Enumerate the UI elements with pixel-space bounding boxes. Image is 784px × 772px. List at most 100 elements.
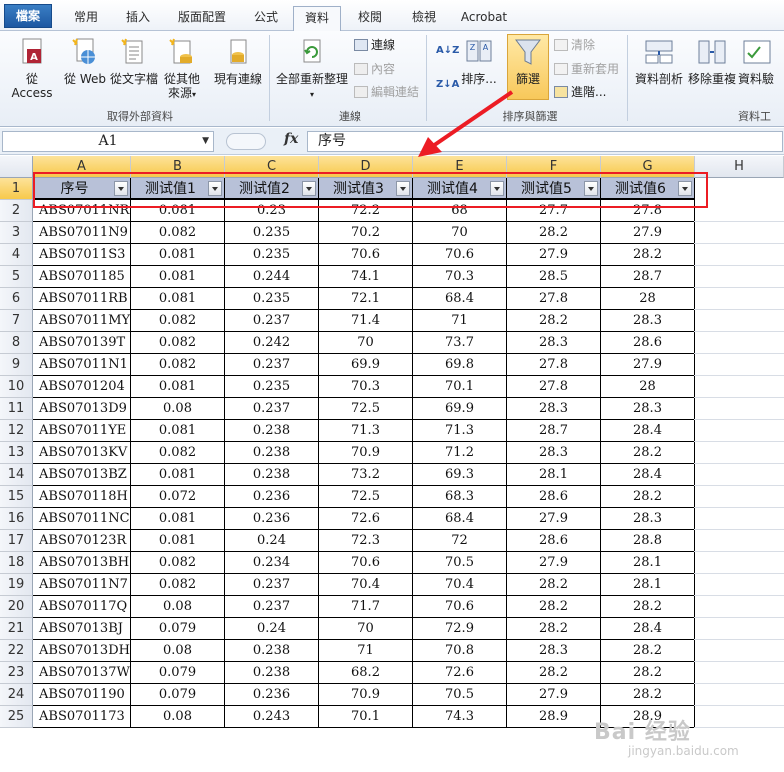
cell-value[interactable]: 28.3 (507, 640, 601, 662)
column-header-a[interactable]: A (33, 156, 131, 178)
cell-value[interactable]: 0.081 (131, 288, 225, 310)
cell-value[interactable]: 71.4 (319, 310, 413, 332)
properties-button[interactable]: 內容 (354, 61, 395, 77)
cell-value[interactable]: 0.081 (131, 244, 225, 266)
cell-id[interactable]: ABS07011N1 (33, 354, 131, 376)
cell-id[interactable]: ABS070123R (33, 530, 131, 552)
row-header[interactable]: 18 (0, 552, 33, 574)
cell-value[interactable]: 28.1 (601, 574, 695, 596)
cell-value[interactable]: 68 (413, 200, 507, 222)
cell-value[interactable]: 28.4 (601, 420, 695, 442)
cell-value[interactable]: 70.3 (319, 376, 413, 398)
cell-value[interactable]: 0.08 (131, 640, 225, 662)
cell-value[interactable]: 28.2 (507, 222, 601, 244)
cell-value[interactable]: 74.1 (319, 266, 413, 288)
filter-dropdown-icon[interactable] (114, 181, 128, 196)
clear-button[interactable]: 清除 (554, 37, 595, 53)
cell-value[interactable]: 70 (319, 332, 413, 354)
from-web-button[interactable]: 從 Web (60, 37, 110, 86)
cell-value[interactable]: 0.082 (131, 354, 225, 376)
cell-value[interactable]: 27.9 (601, 222, 695, 244)
column-header-e[interactable]: E (413, 156, 507, 178)
cell-value[interactable]: 0.081 (131, 266, 225, 288)
cell-value[interactable]: 71 (413, 310, 507, 332)
cell-value[interactable]: 71.7 (319, 596, 413, 618)
cell-value[interactable]: 69.9 (413, 398, 507, 420)
from-other-sources-button[interactable]: 從其他 來源▾ (158, 37, 206, 102)
cell-value[interactable]: 70.9 (319, 684, 413, 706)
cell-id[interactable]: ABS07011N7 (33, 574, 131, 596)
cell-value[interactable]: 68.2 (319, 662, 413, 684)
select-all-corner[interactable] (0, 156, 33, 178)
column-header-c[interactable]: C (225, 156, 319, 178)
cell-value[interactable]: 27.8 (507, 354, 601, 376)
row-header[interactable]: 14 (0, 464, 33, 486)
tab-data[interactable]: 資料 (293, 6, 341, 32)
cell-value[interactable]: 28.2 (507, 574, 601, 596)
cell-value[interactable]: 0.237 (225, 398, 319, 420)
sort-za-button[interactable]: Z↓A (436, 77, 459, 93)
cell-value[interactable]: 72.6 (319, 508, 413, 530)
row-header[interactable]: 16 (0, 508, 33, 530)
cell-value[interactable]: 0.235 (225, 222, 319, 244)
cell-value[interactable]: 0.08 (131, 596, 225, 618)
column-header-h[interactable]: H (695, 156, 784, 178)
tab-page-layout[interactable]: 版面配置 (170, 6, 234, 30)
cell-value[interactable]: 0.236 (225, 486, 319, 508)
cell-value[interactable]: 0.08 (131, 398, 225, 420)
cell-id[interactable]: ABS0701204 (33, 376, 131, 398)
cell-value[interactable]: 0.082 (131, 332, 225, 354)
cell-value[interactable]: 0.234 (225, 552, 319, 574)
cell-value[interactable]: 70.1 (319, 706, 413, 728)
cell-value[interactable]: 28.2 (601, 662, 695, 684)
connections-button[interactable]: 連線 (354, 37, 395, 53)
cell-value[interactable]: 72.5 (319, 486, 413, 508)
cell-value[interactable]: 0.079 (131, 618, 225, 640)
row-header[interactable]: 21 (0, 618, 33, 640)
formula-input[interactable]: 序号 (307, 131, 783, 152)
cell-value[interactable]: 0.24 (225, 618, 319, 640)
cell-value[interactable]: 72.5 (319, 398, 413, 420)
existing-connections-button[interactable]: 現有連線 (210, 37, 266, 86)
header-cell[interactable]: 序号 (33, 178, 131, 200)
cell-value[interactable]: 69.3 (413, 464, 507, 486)
cell-value[interactable]: 0.235 (225, 376, 319, 398)
header-cell[interactable]: 测试值6 (601, 178, 695, 200)
cell-value[interactable]: 0.238 (225, 420, 319, 442)
chevron-down-icon[interactable]: ▼ (202, 132, 209, 151)
cell-value[interactable]: 28.5 (507, 266, 601, 288)
cell-value[interactable]: 27.9 (507, 508, 601, 530)
cell-id[interactable]: ABS07011RB (33, 288, 131, 310)
cell-value[interactable]: 27.8 (507, 376, 601, 398)
spreadsheet-grid[interactable]: ABCDEFGH 1 2 3 4 5 6 7 8 9 10 11 12 13 14 15 16 17 18 19 20… (0, 156, 784, 772)
tab-insert[interactable]: 插入 (116, 6, 160, 30)
cell-id[interactable]: ABS07013BH (33, 552, 131, 574)
cell-value[interactable]: 28.3 (601, 310, 695, 332)
cell-value[interactable]: 27.9 (601, 354, 695, 376)
cell-value[interactable]: 0.238 (225, 662, 319, 684)
cell-value[interactable]: 28.2 (601, 244, 695, 266)
cell-value[interactable]: 0.238 (225, 464, 319, 486)
cell-value[interactable]: 70.6 (319, 552, 413, 574)
filter-dropdown-icon[interactable] (302, 181, 316, 196)
cell-id[interactable]: ABS07011NR (33, 200, 131, 222)
cell-value[interactable]: 0.238 (225, 442, 319, 464)
cell-value[interactable]: 72.2 (319, 200, 413, 222)
cell-id[interactable]: ABS070137W (33, 662, 131, 684)
edit-links-button[interactable]: 編輯連結 (354, 84, 419, 100)
cell-value[interactable]: 28.2 (507, 618, 601, 640)
filter-dropdown-icon[interactable] (678, 181, 692, 196)
refresh-all-button[interactable]: 全部重新整理 ▾ (274, 37, 350, 102)
cell-value[interactable]: 70.6 (413, 244, 507, 266)
cell-value[interactable]: 70 (413, 222, 507, 244)
cell-value[interactable]: 28.4 (601, 464, 695, 486)
row-header[interactable]: 2 (0, 200, 33, 222)
cell-value[interactable]: 70.5 (413, 552, 507, 574)
cell-value[interactable]: 73.7 (413, 332, 507, 354)
cell-value[interactable]: 0.237 (225, 310, 319, 332)
cell-value[interactable]: 28.4 (601, 618, 695, 640)
cell-value[interactable]: 0.08 (131, 706, 225, 728)
cell-value[interactable]: 28.7 (601, 266, 695, 288)
cell-value[interactable]: 70 (319, 618, 413, 640)
cell-value[interactable]: 0.243 (225, 706, 319, 728)
